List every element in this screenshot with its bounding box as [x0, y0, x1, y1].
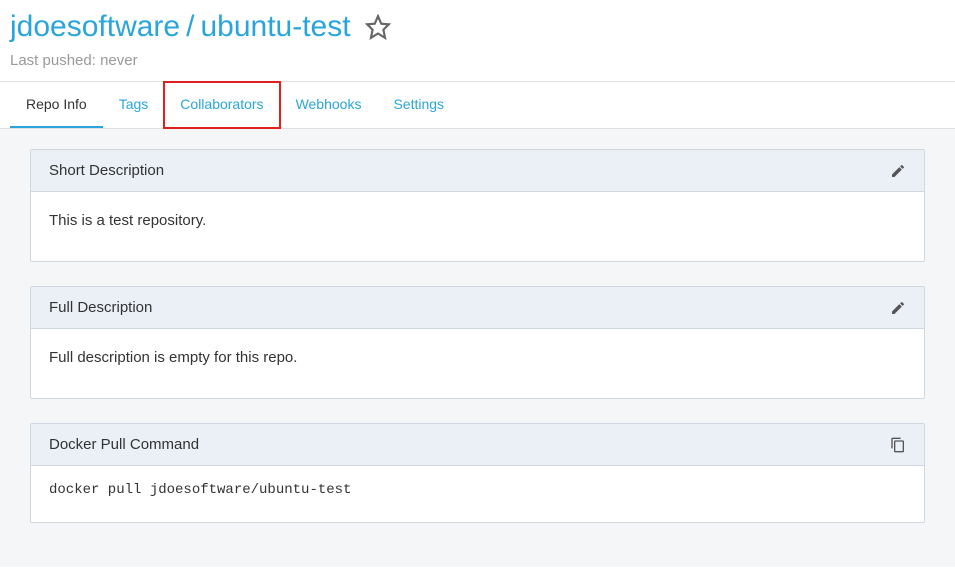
tab-repo-info[interactable]: Repo Info	[10, 82, 103, 128]
full-description-header: Full Description	[31, 287, 924, 329]
pull-command-panel: Docker Pull Command docker pull jdoesoft…	[30, 423, 925, 523]
short-description-body: This is a test repository.	[31, 192, 924, 261]
star-icon[interactable]	[365, 14, 391, 40]
copy-icon[interactable]	[890, 437, 906, 453]
tab-settings[interactable]: Settings	[377, 82, 460, 128]
pull-command-header: Docker Pull Command	[31, 424, 924, 466]
repo-slash: /	[186, 10, 194, 44]
tabs-bar: Repo Info Tags Collaborators Webhooks Se…	[0, 81, 955, 129]
full-description-title: Full Description	[49, 299, 152, 316]
last-pushed-label: Last pushed: never	[10, 52, 945, 69]
short-description-header: Short Description	[31, 150, 924, 192]
tab-webhooks[interactable]: Webhooks	[280, 82, 378, 128]
repo-title: jdoesoftware/ubuntu-test	[10, 10, 945, 44]
pull-command-title: Docker Pull Command	[49, 436, 199, 453]
full-description-body: Full description is empty for this repo.	[31, 329, 924, 398]
repo-header: jdoesoftware/ubuntu-test Last pushed: ne…	[0, 0, 955, 81]
content-area: Short Description This is a test reposit…	[0, 129, 955, 567]
pull-command-body: docker pull jdoesoftware/ubuntu-test	[31, 466, 924, 522]
tab-tags[interactable]: Tags	[103, 82, 165, 128]
edit-icon[interactable]	[890, 163, 906, 179]
full-description-panel: Full Description Full description is emp…	[30, 286, 925, 399]
short-description-title: Short Description	[49, 162, 164, 179]
repo-name-link[interactable]: ubuntu-test	[200, 10, 350, 44]
repo-owner-link[interactable]: jdoesoftware	[10, 10, 180, 44]
short-description-panel: Short Description This is a test reposit…	[30, 149, 925, 262]
tab-collaborators[interactable]: Collaborators	[164, 82, 279, 128]
edit-icon[interactable]	[890, 300, 906, 316]
